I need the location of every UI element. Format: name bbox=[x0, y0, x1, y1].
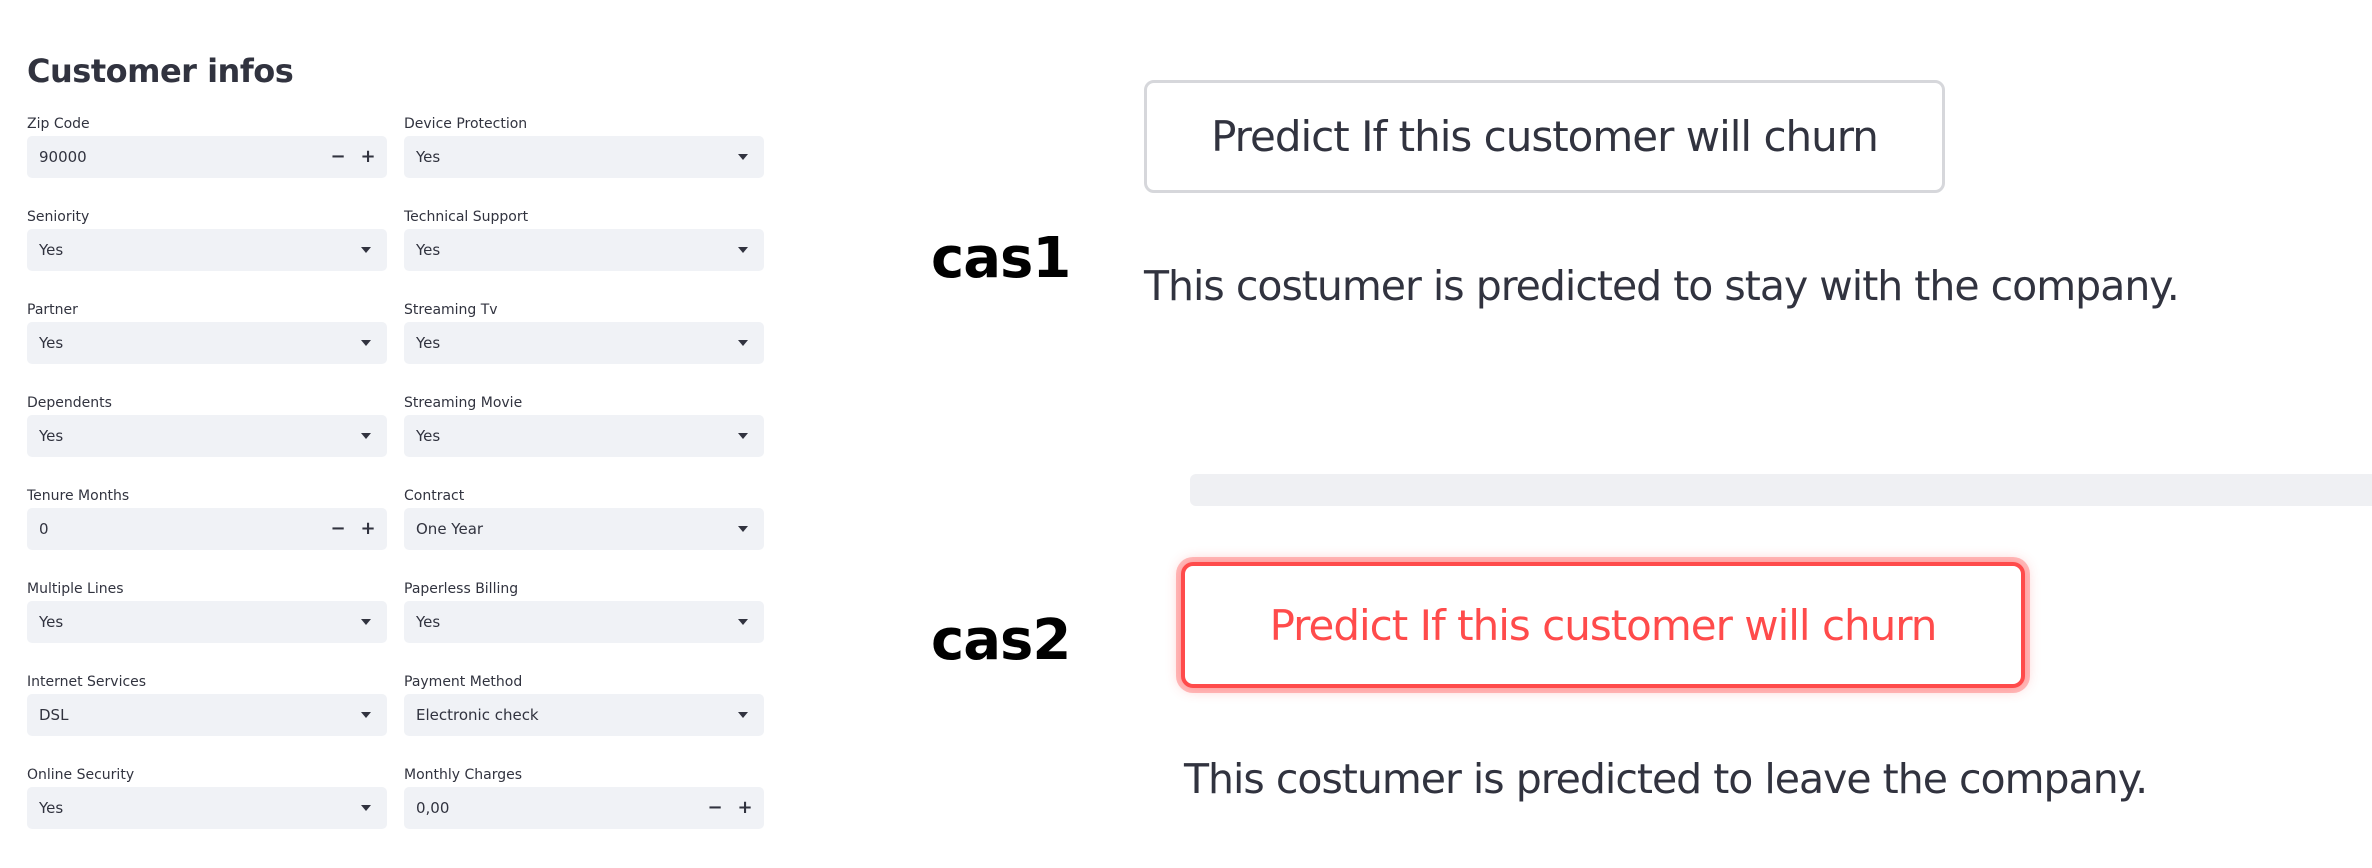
payment-method-select[interactable]: Electronic check bbox=[404, 694, 764, 736]
chevron-down-icon bbox=[361, 247, 371, 253]
minus-icon[interactable]: − bbox=[700, 787, 730, 829]
seniority-field: Seniority Yes bbox=[27, 207, 387, 271]
internet-services-select[interactable]: DSL bbox=[27, 694, 387, 736]
streaming-movie-field: Streaming Movie Yes bbox=[404, 393, 764, 457]
field-label: Device Protection bbox=[404, 116, 528, 132]
online-security-select[interactable]: Yes bbox=[27, 787, 387, 829]
field-value: Yes bbox=[39, 799, 64, 817]
field-label: Monthly Charges bbox=[404, 767, 523, 783]
streaming-tv-field: Streaming Tv Yes bbox=[404, 300, 764, 364]
field-value: Yes bbox=[416, 241, 441, 259]
field-label: Paperless Billing bbox=[404, 581, 519, 597]
field-value: 90000 bbox=[39, 148, 87, 166]
plus-icon[interactable]: + bbox=[353, 136, 383, 178]
case2-label: cas2 bbox=[931, 608, 1071, 673]
field-value: Yes bbox=[416, 148, 441, 166]
tenure-months-field: Tenure Months 0 − + bbox=[27, 486, 387, 550]
prediction-result-leave: This costumer is predicted to leave the … bbox=[1184, 755, 2148, 803]
zip-code-field: Zip Code 90000 − + bbox=[27, 114, 387, 178]
chevron-down-icon bbox=[361, 433, 371, 439]
technical-support-field: Technical Support Yes bbox=[404, 207, 764, 271]
field-label: Multiple Lines bbox=[27, 581, 124, 597]
partner-field: Partner Yes bbox=[27, 300, 387, 364]
seniority-select[interactable]: Yes bbox=[27, 229, 387, 271]
field-label: Streaming Tv bbox=[404, 302, 498, 318]
technical-support-select[interactable]: Yes bbox=[404, 229, 764, 271]
chevron-down-icon bbox=[361, 805, 371, 811]
online-security-field: Online Security Yes bbox=[27, 765, 387, 829]
chevron-down-icon bbox=[738, 340, 748, 346]
field-value: Yes bbox=[416, 427, 441, 445]
field-label: Partner bbox=[27, 302, 78, 318]
chevron-down-icon bbox=[361, 340, 371, 346]
chevron-down-icon bbox=[738, 526, 748, 532]
divider bbox=[1190, 474, 2372, 506]
field-value: One Year bbox=[416, 520, 484, 538]
monthly-charges-field: Monthly Charges 0,00 − + bbox=[404, 765, 764, 829]
chevron-down-icon bbox=[738, 154, 748, 160]
dependents-field: Dependents Yes bbox=[27, 393, 387, 457]
paperless-billing-field: Paperless Billing Yes bbox=[404, 579, 764, 643]
field-value: 0 bbox=[39, 520, 49, 538]
field-value: Yes bbox=[39, 613, 64, 631]
contract-field: Contract One Year bbox=[404, 486, 764, 550]
multiple-lines-field: Multiple Lines Yes bbox=[27, 579, 387, 643]
predict-churn-button-focused[interactable]: Predict If this customer will churn bbox=[1181, 562, 2025, 688]
prediction-result-stay: This costumer is predicted to stay with … bbox=[1144, 262, 2180, 310]
zip-code-input[interactable]: 90000 − + bbox=[27, 136, 387, 178]
field-value: Yes bbox=[39, 241, 64, 259]
minus-icon[interactable]: − bbox=[323, 508, 353, 550]
field-value: Yes bbox=[416, 613, 441, 631]
chevron-down-icon bbox=[361, 712, 371, 718]
device-protection-select[interactable]: Yes bbox=[404, 136, 764, 178]
payment-method-field: Payment Method Electronic check bbox=[404, 672, 764, 736]
chevron-down-icon bbox=[361, 619, 371, 625]
paperless-billing-select[interactable]: Yes bbox=[404, 601, 764, 643]
field-value: 0,00 bbox=[416, 799, 450, 817]
field-label: Zip Code bbox=[27, 116, 90, 132]
field-value: Yes bbox=[416, 334, 441, 352]
streaming-tv-select[interactable]: Yes bbox=[404, 322, 764, 364]
dependents-select[interactable]: Yes bbox=[27, 415, 387, 457]
field-label: Seniority bbox=[27, 209, 90, 225]
device-protection-field: Device Protection Yes bbox=[404, 114, 764, 178]
minus-icon[interactable]: − bbox=[323, 136, 353, 178]
plus-icon[interactable]: + bbox=[730, 787, 760, 829]
form-title: Customer infos bbox=[27, 52, 294, 90]
field-value: Yes bbox=[39, 427, 64, 445]
field-label: Tenure Months bbox=[27, 488, 130, 504]
streaming-movie-select[interactable]: Yes bbox=[404, 415, 764, 457]
field-label: Online Security bbox=[27, 767, 135, 783]
plus-icon[interactable]: + bbox=[353, 508, 383, 550]
field-label: Internet Services bbox=[27, 674, 147, 690]
field-value: DSL bbox=[39, 706, 69, 724]
field-label: Technical Support bbox=[404, 209, 529, 225]
field-value: Yes bbox=[39, 334, 64, 352]
internet-services-field: Internet Services DSL bbox=[27, 672, 387, 736]
chevron-down-icon bbox=[738, 247, 748, 253]
chevron-down-icon bbox=[738, 433, 748, 439]
partner-select[interactable]: Yes bbox=[27, 322, 387, 364]
case1-label: cas1 bbox=[931, 226, 1071, 291]
field-label: Dependents bbox=[27, 395, 112, 411]
field-value: Electronic check bbox=[416, 706, 539, 724]
page: Customer infos Zip Code 90000 − + Senior… bbox=[0, 0, 2372, 868]
monthly-charges-input[interactable]: 0,00 − + bbox=[404, 787, 764, 829]
chevron-down-icon bbox=[738, 712, 748, 718]
tenure-months-input[interactable]: 0 − + bbox=[27, 508, 387, 550]
contract-select[interactable]: One Year bbox=[404, 508, 764, 550]
chevron-down-icon bbox=[738, 619, 748, 625]
multiple-lines-select[interactable]: Yes bbox=[27, 601, 387, 643]
field-label: Contract bbox=[404, 488, 465, 504]
field-label: Streaming Movie bbox=[404, 395, 523, 411]
field-label: Payment Method bbox=[404, 674, 523, 690]
predict-churn-button[interactable]: Predict If this customer will churn bbox=[1144, 80, 1945, 193]
